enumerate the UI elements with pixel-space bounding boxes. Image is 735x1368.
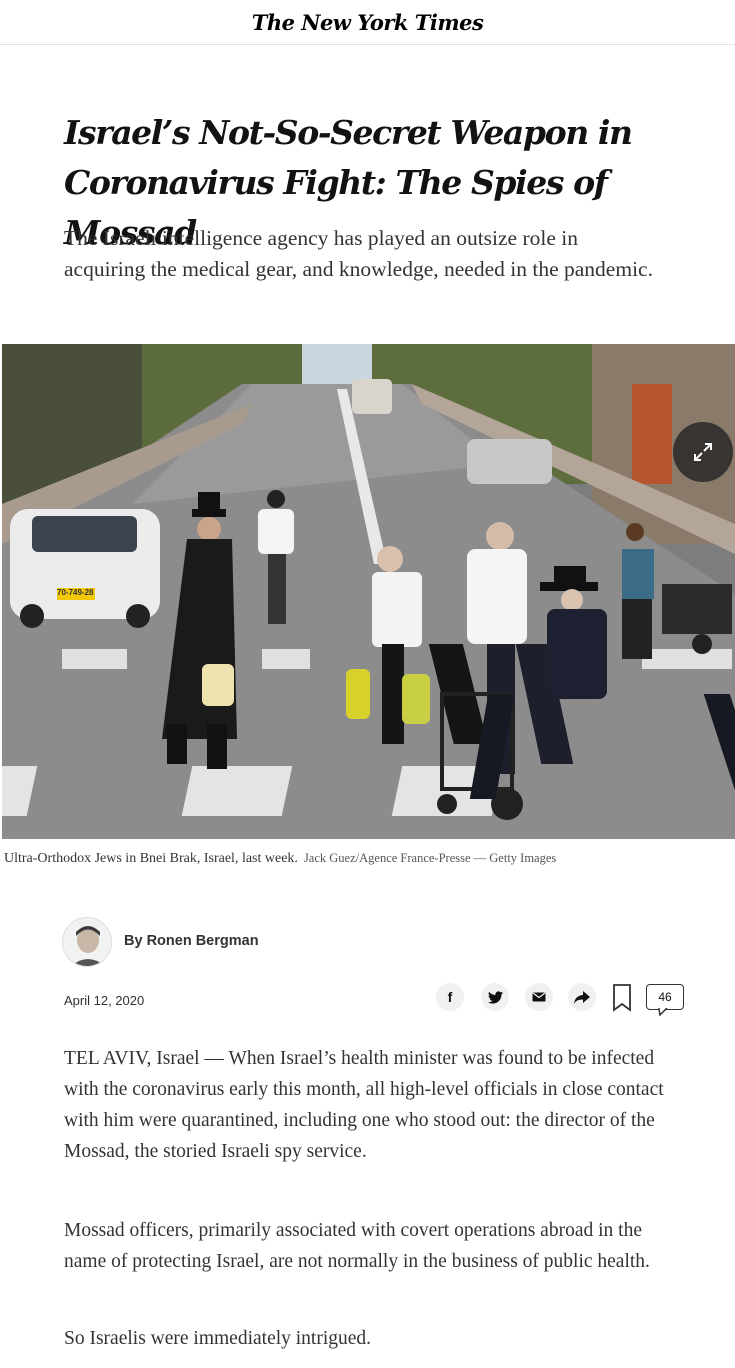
image-caption: Ultra-Orthodox Jews in Bnei Brak, Israel… [4,851,729,867]
more-share-button[interactable] [568,983,596,1011]
article-paragraph: So Israelis were immediately intrigued. [64,1328,372,1349]
facebook-icon: f [447,989,453,1005]
publish-date: April 12, 2020 [64,993,145,1008]
nyt-logo[interactable]: The New York Times [252,10,484,35]
twitter-icon [487,990,503,1004]
share-arrow-icon [574,990,590,1004]
license-plate: 70-749-28 [57,588,94,597]
bookmark-icon[interactable] [612,984,632,1012]
expand-icon [694,443,712,461]
email-share-button[interactable] [525,983,553,1011]
facebook-share-button[interactable]: f [436,983,464,1011]
hero-image [2,344,735,839]
masthead: The New York Times [0,0,735,45]
author-avatar[interactable] [62,917,112,967]
article-paragraph: Mossad officers, primarily associated wi… [64,1220,650,1272]
author-byline[interactable]: By Ronen Bergman [124,933,259,949]
expand-image-button[interactable] [673,422,733,482]
comments-button[interactable]: 46 [646,984,684,1010]
article-paragraph: TEL AVIV, Israel — When Israel’s health … [64,1048,664,1162]
comment-icon [658,1008,668,1016]
twitter-share-button[interactable] [481,983,509,1011]
caption-text: Ultra-Orthodox Jews in Bnei Brak, Israel… [4,851,298,866]
article-summary: The Israeli intelligence agency has play… [64,226,653,281]
comment-count: 46 [658,990,672,1004]
email-icon [532,992,546,1002]
image-credit: Jack Guez/Agence France-Presse — Getty I… [303,851,557,865]
